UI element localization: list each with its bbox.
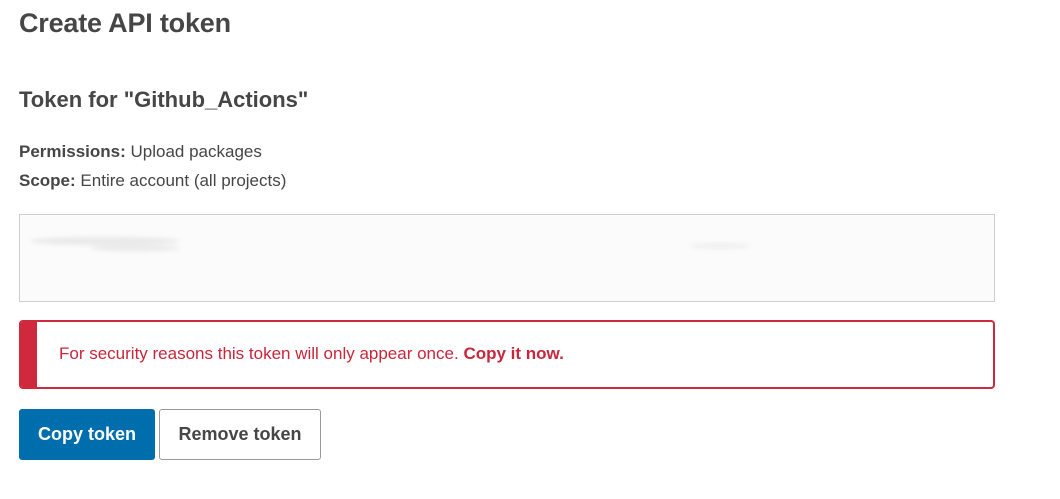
- remove-token-button[interactable]: Remove token: [159, 409, 321, 460]
- redacted-token-mark: [690, 243, 750, 249]
- permissions-label: Permissions:: [19, 142, 126, 161]
- create-api-token-page: Create API token Token for "Github_Actio…: [0, 0, 1060, 499]
- token-heading: Token for "Github_Actions": [19, 87, 309, 112]
- permissions-value: Upload packages: [130, 142, 262, 161]
- redacted-token-mark: [30, 237, 180, 245]
- security-warning-alert: For security reasons this token will onl…: [19, 320, 995, 389]
- copy-token-button[interactable]: Copy token: [19, 409, 155, 460]
- redacted-token-mark: [90, 245, 180, 251]
- alert-text: For security reasons this token will onl…: [59, 344, 564, 364]
- token-display-box[interactable]: [19, 214, 995, 302]
- alert-stripe: [21, 322, 37, 387]
- scope-value: Entire account (all projects): [80, 171, 287, 190]
- alert-message: For security reasons this token will onl…: [59, 344, 459, 363]
- alert-emphasis: Copy it now.: [463, 344, 564, 363]
- permissions-line: Permissions: Upload packages: [19, 142, 262, 162]
- scope-label: Scope:: [19, 171, 76, 190]
- scope-line: Scope: Entire account (all projects): [19, 171, 286, 191]
- page-title: Create API token: [19, 8, 231, 38]
